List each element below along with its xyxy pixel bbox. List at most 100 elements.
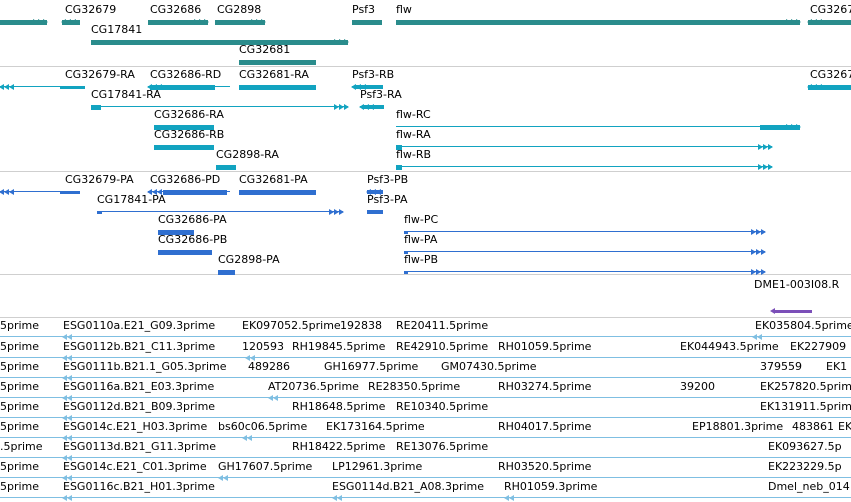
mrna-feature-bar[interactable] <box>396 165 402 170</box>
est-feature-label[interactable]: ESG0113d.B21_G11.3prime <box>63 441 216 453</box>
mrna-feature-label[interactable]: CG32679-RA <box>65 69 135 81</box>
est-feature-label[interactable]: RH01059.5prime <box>498 341 591 353</box>
mrna-feature-bar[interactable] <box>91 105 101 110</box>
marker-bar[interactable] <box>775 310 812 313</box>
protein-feature-label[interactable]: CG32681-PA <box>239 174 308 186</box>
est-feature-label[interactable]: 5prime <box>0 381 39 393</box>
est-feature-label[interactable]: 5prime <box>0 320 39 332</box>
gene-feature-bar[interactable] <box>91 40 348 45</box>
est-feature-label[interactable]: RH01059.3prime <box>504 481 597 493</box>
gene-feature-label[interactable]: CG32686 <box>150 4 201 16</box>
est-feature-label[interactable]: EK093627.5p <box>768 441 842 453</box>
protein-feature-bar[interactable] <box>367 210 383 214</box>
est-feature-label[interactable]: RH03274.5prime <box>498 381 591 393</box>
protein-feature-bar[interactable] <box>97 211 102 214</box>
protein-feature-bar[interactable] <box>163 190 227 195</box>
est-feature-label[interactable]: GH16977.5prime <box>324 361 418 373</box>
est-feature-label[interactable]: EK223229.5p <box>768 461 842 473</box>
gene-feature-bar[interactable] <box>396 20 800 25</box>
mrna-feature-label[interactable]: CG2898-RA <box>216 149 279 161</box>
est-feature-label[interactable]: LP12961.3prime <box>332 461 422 473</box>
est-feature-label[interactable]: EK173164.5prime <box>326 421 425 433</box>
est-feature-label[interactable]: Dmel_neb_014 <box>768 481 850 493</box>
est-feature-label[interactable]: RE42910.5prime <box>396 341 488 353</box>
mrna-feature-bar[interactable] <box>216 165 236 170</box>
protein-feature-label[interactable]: flw-PA <box>404 234 437 246</box>
est-feature-label[interactable]: ESG014c.E21_C01.3prime <box>63 461 207 473</box>
est-feature-label[interactable]: GH17607.5prime <box>218 461 312 473</box>
est-feature-label[interactable]: ESG0116c.B21_H01.3prime <box>63 481 215 493</box>
est-feature-label[interactable]: 5prime <box>0 481 39 493</box>
est-feature-label[interactable]: EP18801.3prime <box>692 421 783 433</box>
mrna-feature-label[interactable]: flw-RC <box>396 109 431 121</box>
gene-feature-label[interactable]: CG32681 <box>239 44 290 56</box>
est-feature-label[interactable]: RE10340.5prime <box>396 401 488 413</box>
est-feature-label[interactable]: 379559 <box>760 361 802 373</box>
gene-feature-label[interactable]: CG2898 <box>217 4 261 16</box>
est-feature-label[interactable]: EK227909 <box>790 341 846 353</box>
est-feature-label[interactable]: EK044943.5prime <box>680 341 779 353</box>
gene-feature-label[interactable]: Psf3 <box>352 4 375 16</box>
est-feature-label[interactable]: ESG0112d.B21_B09.3prime <box>63 401 215 413</box>
est-feature-label[interactable]: RH04017.5prime <box>498 421 591 433</box>
mrna-feature-label[interactable]: CG32679 <box>810 69 851 81</box>
protein-feature-label[interactable]: Psf3-PA <box>367 194 407 206</box>
mrna-feature-bar[interactable] <box>154 145 214 150</box>
protein-feature-bar[interactable] <box>239 190 316 195</box>
protein-feature-label[interactable]: CG32686-PA <box>158 214 227 226</box>
est-feature-label[interactable]: EK1 <box>826 361 847 373</box>
est-feature-label[interactable]: RH18648.5prime <box>292 401 385 413</box>
est-feature-label[interactable]: 483861 <box>792 421 834 433</box>
protein-feature-label[interactable]: Psf3-PB <box>367 174 408 186</box>
mrna-feature-label[interactable]: flw-RB <box>396 149 431 161</box>
est-feature-label[interactable]: 39200 <box>680 381 715 393</box>
protein-feature-label[interactable]: flw-PC <box>404 214 438 226</box>
mrna-feature-label[interactable]: Psf3-RA <box>360 89 402 101</box>
est-feature-label[interactable]: ESG014c.E21_H03.3prime <box>63 421 207 433</box>
protein-feature-bar[interactable] <box>404 271 408 274</box>
mrna-feature-label[interactable]: CG17841-RA <box>91 89 161 101</box>
est-feature-label[interactable]: AT20736.5prime <box>268 381 359 393</box>
protein-feature-bar[interactable] <box>158 250 212 255</box>
protein-feature-bar[interactable] <box>218 270 235 275</box>
gene-feature-label[interactable]: CG32679 <box>810 4 851 16</box>
mrna-feature-label[interactable]: CG32681-RA <box>239 69 309 81</box>
est-feature-label[interactable]: ESG0110a.E21_G09.3prime <box>63 320 215 332</box>
gene-feature-label[interactable]: CG32679 <box>65 4 116 16</box>
est-feature-label[interactable]: RE20411.5prime <box>396 320 488 332</box>
mrna-feature-label[interactable]: Psf3-RB <box>352 69 394 81</box>
protein-feature-label[interactable]: CG2898-PA <box>218 254 280 266</box>
est-feature-label[interactable]: bs60c06.5prime <box>218 421 307 433</box>
est-feature-label[interactable]: EK257820.5prime <box>760 381 851 393</box>
est-feature-label[interactable]: EK097052.5prime <box>242 320 341 332</box>
mrna-feature-bar[interactable] <box>60 86 85 89</box>
mrna-feature-label[interactable]: CG32686-RB <box>154 129 224 141</box>
est-feature-label[interactable]: 120593 <box>242 341 284 353</box>
est-feature-label[interactable]: RH19845.5prime <box>292 341 385 353</box>
protein-feature-label[interactable]: flw-PB <box>404 254 438 266</box>
est-feature-label[interactable]: 5prime <box>0 421 39 433</box>
est-feature-label[interactable]: 5prime <box>0 361 39 373</box>
mrna-feature-label[interactable]: flw-RA <box>396 129 431 141</box>
gene-feature-label[interactable]: flw <box>396 4 412 16</box>
est-feature-label[interactable]: GM07430.5prime <box>441 361 537 373</box>
gene-feature-bar[interactable] <box>352 20 382 25</box>
gene-feature-label[interactable]: CG17841 <box>91 24 142 36</box>
est-feature-label[interactable]: ESG0116a.B21_E03.3prime <box>63 381 214 393</box>
protein-feature-label[interactable]: CG32686-PB <box>158 234 227 246</box>
mrna-feature-label[interactable]: CG32686-RD <box>150 69 221 81</box>
protein-feature-bar[interactable] <box>60 191 80 194</box>
protein-feature-label[interactable]: CG32679-PA <box>65 174 134 186</box>
est-feature-label[interactable]: RE28350.5prime <box>368 381 460 393</box>
protein-feature-label[interactable]: CG17841-PA <box>97 194 166 206</box>
est-feature-label[interactable]: 5prime <box>0 461 39 473</box>
protein-feature-label[interactable]: CG32686-PD <box>150 174 220 186</box>
gene-feature-bar[interactable] <box>239 60 316 65</box>
est-feature-label[interactable]: ESG0111b.B21.1_G05.3prime <box>63 361 227 373</box>
est-feature-label[interactable]: EK035804.5prime <box>755 320 851 332</box>
est-feature-label[interactable]: RH03520.5prime <box>498 461 591 473</box>
est-feature-label[interactable]: 5prime <box>0 341 39 353</box>
mrna-feature-bar[interactable] <box>239 85 316 90</box>
est-feature-label[interactable]: 192838 <box>340 320 382 332</box>
est-feature-label[interactable]: EK131911.5prime <box>760 401 851 413</box>
